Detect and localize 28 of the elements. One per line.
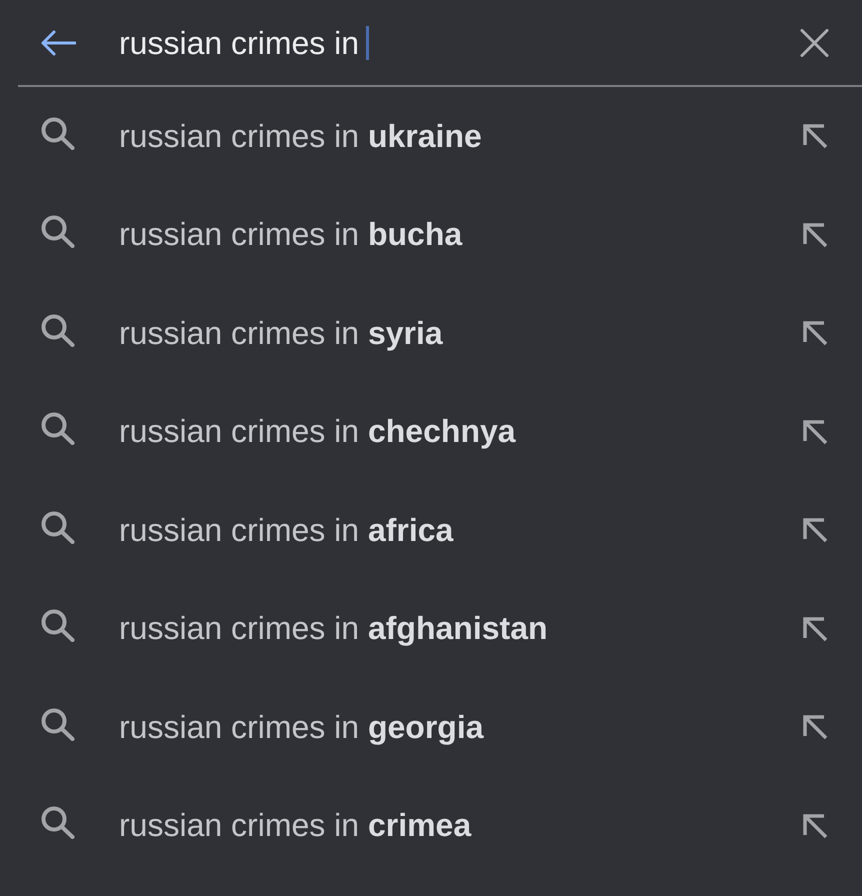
suggestion-text[interactable]: russian crimes in bucha (119, 216, 802, 254)
arrow-up-left-icon[interactable] (802, 418, 828, 445)
suggestion-text[interactable]: russian crimes in syria (119, 314, 802, 352)
suggestion-text[interactable]: russian crimes in georgia (119, 708, 802, 746)
suggestion-text[interactable]: russian crimes in ukraine (119, 118, 802, 155)
close-icon[interactable] (800, 28, 829, 56)
suggestion-text[interactable]: russian crimes in africa (119, 512, 802, 549)
arrow-up-left-icon[interactable] (802, 123, 828, 150)
search-icon (40, 215, 75, 248)
back-arrow-icon[interactable] (40, 30, 76, 56)
suggestion-text[interactable]: russian crimes in chechnya (119, 413, 802, 450)
search-icon (40, 510, 75, 544)
arrow-up-left-icon[interactable] (802, 517, 828, 544)
search-icon (40, 412, 75, 446)
search-icon (40, 708, 75, 741)
suggestion-text[interactable]: russian crimes in afghanistan (119, 610, 802, 648)
arrow-up-left-icon[interactable] (802, 616, 828, 642)
search-icon (40, 116, 75, 150)
arrow-up-left-icon[interactable] (802, 812, 828, 839)
text-cursor (366, 26, 370, 60)
search-field[interactable]: russian crimes in (119, 22, 800, 62)
search-icon (40, 609, 75, 642)
arrow-up-left-icon[interactable] (802, 714, 828, 740)
search-icon (40, 314, 75, 347)
suggestion-text[interactable]: russian crimes in crimea (119, 807, 802, 844)
arrow-up-left-icon[interactable] (802, 222, 828, 248)
arrow-up-left-icon[interactable] (802, 320, 828, 346)
search-icon (40, 806, 75, 840)
